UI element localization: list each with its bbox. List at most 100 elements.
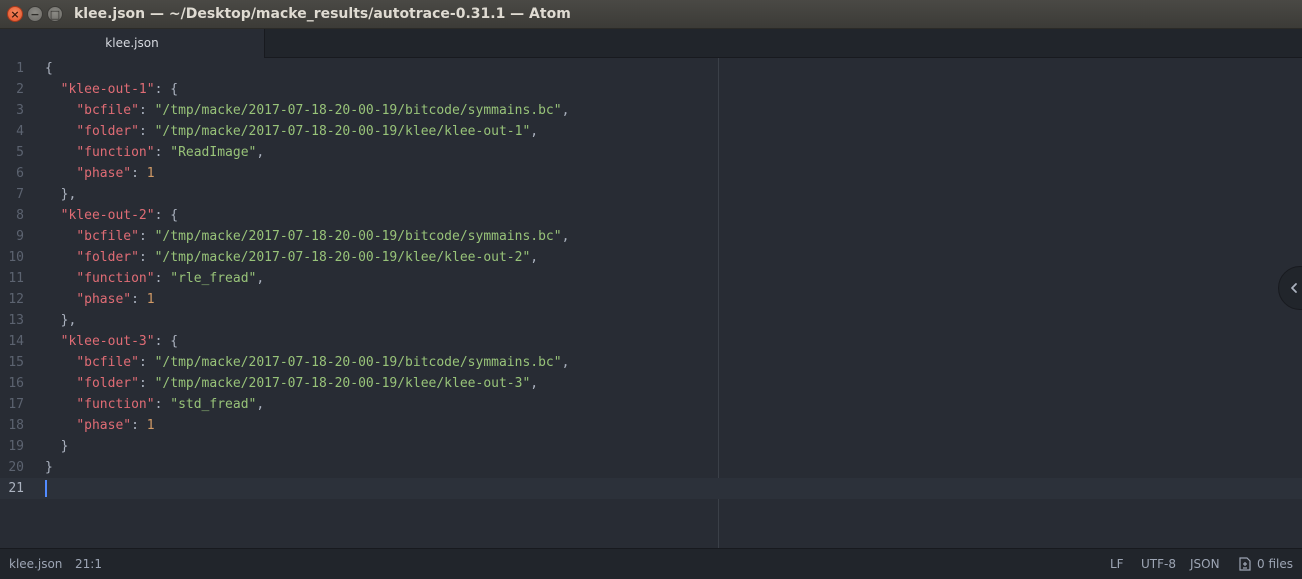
code-token: , <box>530 124 539 139</box>
status-bar: klee.json 21:1 LF UTF-8 JSON 0 files <box>0 548 1302 579</box>
code-token: "folder" <box>76 250 139 265</box>
code-token: "phase" <box>76 166 132 181</box>
line-code: "bcfile": "/tmp/macke/2017-07-18-20-00-1… <box>45 100 569 121</box>
file-diff-icon <box>1239 557 1251 571</box>
tab-klee-json[interactable]: klee.json <box>0 29 265 58</box>
code-line[interactable]: 11 "function": "rle_fread", <box>0 268 1302 289</box>
code-line[interactable]: 3 "bcfile": "/tmp/macke/2017-07-18-20-00… <box>0 100 1302 121</box>
line-code: } <box>45 436 69 457</box>
code-line[interactable]: 19 } <box>0 436 1302 457</box>
code-token: "function" <box>76 145 155 160</box>
status-files-count[interactable]: 0 files <box>1257 549 1293 579</box>
code-line[interactable]: 9 "bcfile": "/tmp/macke/2017-07-18-20-00… <box>0 226 1302 247</box>
line-number: 10 <box>8 250 24 265</box>
code-token: : <box>154 397 171 412</box>
code-line[interactable]: 16 "folder": "/tmp/macke/2017-07-18-20-0… <box>0 373 1302 394</box>
line-number: 12 <box>8 292 24 307</box>
tab-bar: klee.json <box>0 29 1302 58</box>
line-code: } <box>45 457 53 478</box>
code-line[interactable]: 15 "bcfile": "/tmp/macke/2017-07-18-20-0… <box>0 352 1302 373</box>
code-line[interactable]: 5 "function": "ReadImage", <box>0 142 1302 163</box>
code-line[interactable]: 14 "klee-out-3": { <box>0 331 1302 352</box>
code-token: , <box>561 103 570 118</box>
code-token: "bcfile" <box>76 355 139 370</box>
code-token: { <box>45 61 53 76</box>
window-close-button[interactable]: × <box>7 6 23 22</box>
line-code: "folder": "/tmp/macke/2017-07-18-20-00-1… <box>45 247 538 268</box>
code-line[interactable]: 2 "klee-out-1": { <box>0 79 1302 100</box>
window-minimize-button[interactable]: − <box>27 6 43 22</box>
line-code: "function": "std_fread", <box>45 394 264 415</box>
code-token: "/tmp/macke/2017-07-18-20-00-19/bitcode/… <box>154 229 562 244</box>
code-token: }, <box>60 313 77 328</box>
code-token: , <box>561 355 570 370</box>
status-file-name[interactable]: klee.json <box>9 549 62 579</box>
code-token: "folder" <box>76 124 139 139</box>
line-code: "phase": 1 <box>45 163 155 184</box>
line-code: "phase": 1 <box>45 415 154 436</box>
code-token: "function" <box>76 271 155 286</box>
code-token: : { <box>154 82 179 97</box>
code-line[interactable]: 4 "folder": "/tmp/macke/2017-07-18-20-00… <box>0 121 1302 142</box>
text-editor[interactable]: 1{2 "klee-out-1": {3 "bcfile": "/tmp/mac… <box>0 58 1302 548</box>
line-number: 18 <box>8 418 24 433</box>
line-number: 21 <box>8 481 24 496</box>
code-token: 1 <box>146 292 155 307</box>
line-number: 3 <box>16 103 24 118</box>
code-line[interactable]: 17 "function": "std_fread", <box>0 394 1302 415</box>
code-line[interactable]: 12 "phase": 1 <box>0 289 1302 310</box>
code-token: : <box>131 418 147 433</box>
code-token: 1 <box>146 166 155 181</box>
status-encoding[interactable]: UTF-8 <box>1141 549 1176 579</box>
code-token: : <box>138 376 155 391</box>
code-line[interactable]: 10 "folder": "/tmp/macke/2017-07-18-20-0… <box>0 247 1302 268</box>
line-code: "function": "ReadImage", <box>45 142 264 163</box>
code-token: , <box>256 271 265 286</box>
code-line[interactable]: 20} <box>0 457 1302 478</box>
line-number: 19 <box>8 439 24 454</box>
line-number: 7 <box>16 187 24 202</box>
code-line[interactable]: 6 "phase": 1 <box>0 163 1302 184</box>
code-token: "/tmp/macke/2017-07-18-20-00-19/klee/kle… <box>154 376 531 391</box>
code-token: "klee-out-2" <box>60 208 155 223</box>
code-token: }, <box>60 187 77 202</box>
code-line[interactable]: 1{ <box>0 58 1302 79</box>
code-line[interactable]: 13 }, <box>0 310 1302 331</box>
line-code: "klee-out-1": { <box>45 79 178 100</box>
code-line[interactable]: 7 }, <box>0 184 1302 205</box>
code-token: "function" <box>76 397 155 412</box>
status-grammar[interactable]: JSON <box>1190 549 1220 579</box>
code-token: , <box>256 145 265 160</box>
code-line[interactable]: 8 "klee-out-2": { <box>0 205 1302 226</box>
code-token: , <box>530 376 539 391</box>
status-line-ending[interactable]: LF <box>1110 549 1124 579</box>
window-maximize-button[interactable]: □ <box>47 6 63 22</box>
code-token: , <box>530 250 539 265</box>
code-token: , <box>256 397 265 412</box>
code-token: : <box>138 103 155 118</box>
line-number: 4 <box>16 124 24 139</box>
line-code: "bcfile": "/tmp/macke/2017-07-18-20-00-1… <box>45 226 569 247</box>
line-code: "folder": "/tmp/macke/2017-07-18-20-00-1… <box>45 121 538 142</box>
code-token: "/tmp/macke/2017-07-18-20-00-19/bitcode/… <box>154 103 562 118</box>
code-line[interactable]: 21 <box>0 478 1302 499</box>
code-token: "phase" <box>76 292 132 307</box>
line-number: 9 <box>16 229 24 244</box>
code-token: : { <box>154 334 179 349</box>
status-cursor-position[interactable]: 21:1 <box>75 549 102 579</box>
code-line[interactable]: 18 "phase": 1 <box>0 415 1302 436</box>
code-token: : <box>131 292 147 307</box>
